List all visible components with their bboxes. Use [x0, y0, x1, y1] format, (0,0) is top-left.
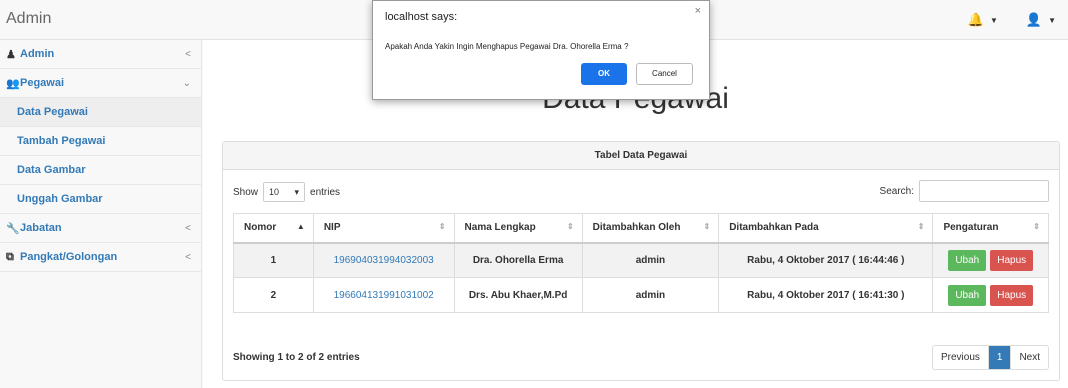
caret-down-icon: ▼ — [1048, 15, 1056, 25]
edit-button[interactable]: Ubah — [948, 284, 987, 306]
sidebar-item-label: Pegawai — [20, 77, 65, 89]
next-page-button[interactable]: Next — [1011, 346, 1048, 369]
search-label: Search: — [879, 185, 914, 197]
entries-length-control: Show 10 ▾ entries — [233, 182, 340, 202]
wrench-icon: 🔧 — [6, 222, 20, 235]
bell-icon: 🔔 — [967, 12, 984, 27]
top-icons: 🔔 ▼ 👤 ▼ — [968, 12, 1056, 28]
sidebar-item-label: Pangkat/Golongan — [20, 251, 118, 263]
pagination: Previous 1 Next — [931, 345, 1049, 370]
table-search: Search: — [880, 180, 1049, 202]
cell-nama: Dra. Ohorella Erma — [453, 242, 583, 278]
notifications-dropdown[interactable]: 🔔 ▼ — [968, 12, 998, 28]
cell-nip-link[interactable]: 196904031994032003 — [312, 242, 455, 278]
sidebar-item-jabatan[interactable]: 🔧 Jabatan < — [0, 214, 201, 243]
column-header-nama[interactable]: Nama Lengkap ⇕ — [453, 213, 583, 244]
sidebar-subitem-data-pegawai[interactable]: Data Pegawai — [0, 98, 201, 127]
sort-asc-icon: ▲ — [296, 222, 305, 232]
cell-nama: Drs. Abu Khaer,M.Pd — [453, 277, 583, 313]
close-icon[interactable]: × — [695, 5, 701, 17]
sidebar-item-label: Jabatan — [20, 222, 62, 234]
sort-icon: ⇕ — [566, 222, 574, 232]
cell-nomor: 2 — [233, 277, 314, 313]
table-row: 1 196904031994032003 Dra. Ohorella Erma … — [233, 242, 1049, 278]
chevron-left-icon: < — [185, 222, 191, 234]
page-1-button[interactable]: 1 — [988, 346, 1012, 369]
user-icon: 👤 — [1025, 12, 1043, 27]
caret-down-icon: ▼ — [989, 15, 998, 25]
sidebar-subitem-tambah-pegawai[interactable]: Tambah Pegawai — [0, 127, 201, 156]
chevron-left-icon: < — [185, 251, 191, 263]
users-icon: 👥 — [6, 77, 20, 90]
column-header-nomor[interactable]: Nomor ▲ — [233, 213, 314, 244]
pegawai-table: Nomor ▲ NIP ⇕ Nama Lengkap ⇕ Ditambahkan Ol… — [233, 213, 1049, 313]
sort-icon: ⇕ — [1033, 222, 1040, 232]
column-header-nip[interactable]: NIP ⇕ — [312, 213, 455, 244]
show-label: Show — [233, 186, 259, 198]
sidebar-item-label: Admin — [20, 48, 55, 60]
cell-nomor: 1 — [233, 242, 314, 278]
sidebar: ♟ Admin < 👥 Pegawai ⌄ Data Pegawai Tamba… — [0, 40, 202, 388]
cell-oleh: admin — [581, 242, 720, 278]
sort-icon: ⇕ — [703, 222, 711, 232]
cell-nip-link[interactable]: 196604131991031002 — [312, 277, 455, 313]
cancel-button[interactable]: Cancel — [636, 63, 693, 85]
column-header-oleh[interactable]: Ditambahkan Oleh ⇕ — [581, 213, 720, 244]
cell-actions: Ubah Hapus — [932, 277, 1049, 313]
ok-button[interactable]: OK — [581, 63, 627, 85]
chevron-left-icon: < — [185, 48, 191, 60]
column-header-pada[interactable]: Ditambahkan Pada ⇕ — [718, 213, 934, 244]
sidebar-item-pegawai[interactable]: 👥 Pegawai ⌄ — [0, 69, 201, 98]
entries-select[interactable]: 10 ▾ — [263, 182, 306, 202]
table-row: 2 196604131991031002 Drs. Abu Khaer,M.Pd… — [233, 277, 1049, 313]
column-header-pengaturan[interactable]: Pengaturan ⇕ — [932, 213, 1049, 244]
app-brand[interactable]: Admin — [6, 10, 51, 28]
sidebar-item-admin[interactable]: ♟ Admin < — [0, 40, 201, 69]
sidebar-item-pangkat-golongan[interactable]: ⧉ Pangkat/Golongan < — [0, 243, 201, 272]
dialog-title: localhost says: — [385, 11, 458, 23]
cell-pada: Rabu, 4 Oktober 2017 ( 16:41:30 ) — [718, 277, 934, 313]
search-input[interactable] — [919, 180, 1049, 202]
confirm-dialog: localhost says: × Apakah Anda Yakin Ingi… — [372, 0, 710, 100]
entries-label: entries — [310, 186, 341, 198]
edit-button[interactable]: Ubah — [948, 249, 987, 271]
sort-icon: ⇕ — [917, 222, 925, 232]
delete-button[interactable]: Hapus — [990, 249, 1034, 271]
chevron-down-icon: ▾ — [294, 186, 300, 197]
user-icon: ♟ — [6, 48, 16, 61]
cell-actions: Ubah Hapus — [932, 242, 1049, 278]
sitemap-icon: ⧉ — [6, 250, 14, 263]
cell-pada: Rabu, 4 Oktober 2017 ( 16:44:46 ) — [718, 242, 934, 278]
chevron-down-icon: ⌄ — [182, 77, 191, 89]
dialog-message: Apakah Anda Yakin Ingin Menghapus Pegawa… — [385, 42, 629, 51]
previous-page-button[interactable]: Previous — [933, 346, 989, 369]
cell-oleh: admin — [581, 277, 720, 313]
table-header-row: Nomor ▲ NIP ⇕ Nama Lengkap ⇕ Ditambahkan Ol… — [233, 213, 1049, 244]
table-info: Showing 1 to 2 of 2 entries — [233, 352, 360, 363]
sidebar-subitem-data-gambar[interactable]: Data Gambar — [0, 156, 201, 185]
data-panel: Tabel Data Pegawai Show 10 ▾ entries Sea… — [222, 141, 1060, 381]
delete-button[interactable]: Hapus — [990, 284, 1034, 306]
sidebar-subitem-unggah-gambar[interactable]: Unggah Gambar — [0, 185, 201, 214]
sort-icon: ⇕ — [438, 222, 446, 232]
panel-title: Tabel Data Pegawai — [223, 142, 1059, 170]
entries-value: 10 — [269, 187, 280, 197]
user-dropdown[interactable]: 👤 ▼ — [1026, 12, 1056, 28]
